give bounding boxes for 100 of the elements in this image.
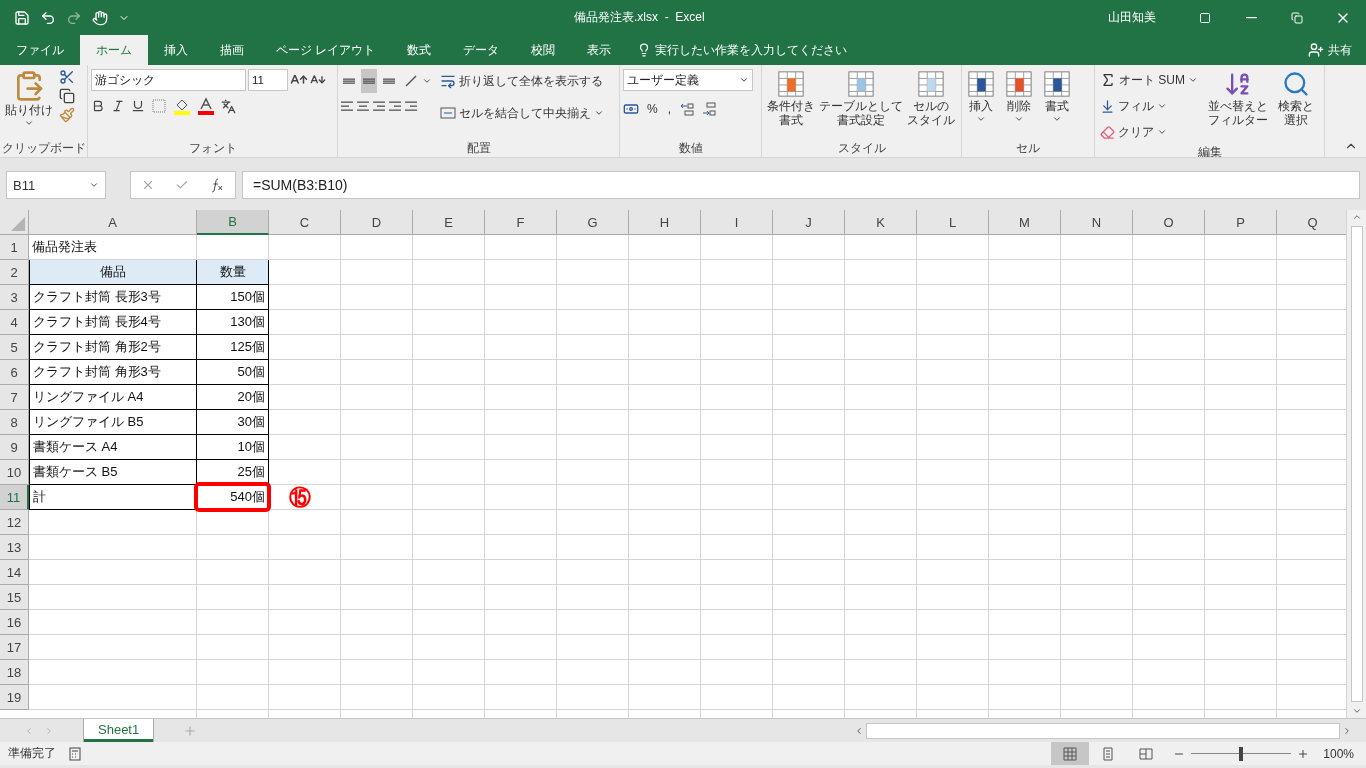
zoom-level[interactable]: 100% xyxy=(1323,746,1354,761)
ribbon-tab[interactable]: データ xyxy=(447,35,516,65)
autosum-button[interactable]: オート SUM xyxy=(1098,69,1200,91)
zoom-in-icon[interactable] xyxy=(1297,747,1310,760)
column-header[interactable]: G xyxy=(557,210,629,235)
column-header[interactable]: C xyxy=(269,210,341,235)
name-box[interactable]: B11 xyxy=(6,171,106,199)
cells-button[interactable]: 挿入 xyxy=(965,69,997,139)
undo-icon[interactable] xyxy=(40,9,56,26)
italic-icon[interactable] xyxy=(111,99,125,113)
number-format-dropdown[interactable]: ユーザー定義 xyxy=(623,69,753,91)
column-header[interactable]: L xyxy=(917,210,989,235)
column-header[interactable]: Q xyxy=(1277,210,1346,235)
merge-center-button[interactable]: セルを結合して中央揃え xyxy=(438,101,606,125)
font-name-dropdown[interactable]: 游ゴシック xyxy=(91,69,246,91)
column-header[interactable]: O xyxy=(1133,210,1205,235)
scroll-up-icon[interactable] xyxy=(1351,212,1362,222)
ribbon-tab[interactable]: ページ レイアウト xyxy=(260,35,392,65)
row-header[interactable]: 14 xyxy=(0,560,29,585)
column-header[interactable]: J xyxy=(773,210,845,235)
row-header[interactable]: 7 xyxy=(0,385,29,410)
percent-button[interactable]: % xyxy=(645,97,660,121)
view-button[interactable] xyxy=(1051,742,1090,765)
ribbon-tab[interactable]: 表示 xyxy=(571,35,628,65)
ribbon-tab[interactable]: 数式 xyxy=(391,35,448,65)
column-header[interactable]: H xyxy=(629,210,701,235)
row-header[interactable]: 6 xyxy=(0,360,29,385)
bold-icon[interactable] xyxy=(91,99,105,113)
copy-icon[interactable] xyxy=(59,88,75,104)
scrollbar-thumb[interactable] xyxy=(1350,226,1363,702)
row-header[interactable]: 18 xyxy=(0,660,29,685)
row-header[interactable]: 11 xyxy=(0,485,29,510)
formula-field[interactable]: =SUM(B3:B10) xyxy=(242,171,1360,199)
row-header[interactable]: 16 xyxy=(0,610,29,635)
style-button[interactable]: セルの スタイル xyxy=(905,69,957,139)
style-button[interactable]: 条件付き 書式 xyxy=(765,69,817,139)
column-header[interactable]: I xyxy=(701,210,773,235)
wrap-text-button[interactable]: 折り返して全体を表示する xyxy=(438,69,606,93)
increase-indent-icon[interactable] xyxy=(405,101,417,111)
save-icon[interactable] xyxy=(14,9,30,26)
column-header[interactable]: A xyxy=(29,210,197,235)
column-header[interactable]: E xyxy=(413,210,485,235)
tell-me-field[interactable]: 実行したい作業を入力してください xyxy=(655,41,848,59)
fill-color-icon[interactable] xyxy=(173,97,191,115)
find-select-button[interactable]: 検索と 選択 xyxy=(1276,69,1316,143)
paste-button[interactable]: 貼り付け xyxy=(3,69,55,139)
column-header[interactable]: F xyxy=(485,210,557,235)
column-header[interactable]: K xyxy=(845,210,917,235)
scissors-icon[interactable] xyxy=(59,69,75,85)
zoom-thumb[interactable] xyxy=(1239,746,1244,761)
font-color-icon[interactable] xyxy=(197,97,215,115)
column-header[interactable]: M xyxy=(989,210,1061,235)
scroll-left-icon[interactable] xyxy=(854,725,864,736)
align-right-icon[interactable] xyxy=(373,101,385,111)
row-header[interactable]: 5 xyxy=(0,335,29,360)
decrease-indent-icon[interactable] xyxy=(389,101,401,111)
column-header[interactable]: P xyxy=(1205,210,1277,235)
insert-function-icon[interactable] xyxy=(209,177,225,193)
row-header[interactable]: 3 xyxy=(0,285,29,310)
ribbon-tab[interactable]: ファイル xyxy=(0,35,80,65)
scroll-down-icon[interactable] xyxy=(1351,706,1362,716)
sheet-tab[interactable]: Sheet1 xyxy=(84,719,154,742)
style-button[interactable]: テーブルとして 書式設定 xyxy=(817,69,905,139)
share-button[interactable]: 共有 xyxy=(1302,35,1358,65)
row-header[interactable]: 17 xyxy=(0,635,29,660)
ribbon-tab[interactable]: 挿入 xyxy=(148,35,204,65)
comma-button[interactable]: , xyxy=(665,97,673,121)
phonetic-icon[interactable] xyxy=(221,98,236,114)
row-header[interactable]: 9 xyxy=(0,435,29,460)
align-center-icon[interactable] xyxy=(357,101,369,111)
vertical-align-button[interactable] xyxy=(361,69,377,93)
row-header[interactable]: 4 xyxy=(0,310,29,335)
increase-decimal-icon[interactable] xyxy=(679,101,695,117)
ribbon-tab[interactable]: 描画 xyxy=(204,35,260,65)
row-header[interactable]: 12 xyxy=(0,510,29,535)
clear-button[interactable]: クリア xyxy=(1098,121,1200,143)
fill-button[interactable]: フィル xyxy=(1098,95,1200,117)
row-header[interactable]: 8 xyxy=(0,410,29,435)
enter-icon[interactable] xyxy=(175,178,189,192)
align-left-icon[interactable] xyxy=(341,101,353,111)
row-header[interactable]: 10 xyxy=(0,460,29,485)
ribbon-tab[interactable]: ホーム xyxy=(80,35,148,65)
sort-filter-button[interactable]: 並べ替えと フィルター xyxy=(1206,69,1270,143)
row-header[interactable]: 1 xyxy=(0,235,29,260)
cancel-icon[interactable] xyxy=(141,178,155,192)
hand-icon[interactable] xyxy=(92,9,108,26)
decrease-decimal-icon[interactable] xyxy=(701,101,717,117)
currency-icon[interactable] xyxy=(623,101,639,117)
redo-icon[interactable] xyxy=(66,9,82,26)
user-name[interactable]: 山田知美 xyxy=(1108,9,1156,26)
horizontal-scrollbar[interactable] xyxy=(866,722,1340,739)
cells-button[interactable]: 削除 xyxy=(1003,69,1035,139)
row-header[interactable]: 2 xyxy=(0,260,29,285)
column-header[interactable]: D xyxy=(341,210,413,235)
column-header[interactable]: B xyxy=(197,210,269,235)
font-size-dropdown[interactable]: 11 xyxy=(248,69,288,91)
column-header[interactable]: N xyxy=(1061,210,1133,235)
cells-button[interactable]: 書式 xyxy=(1041,69,1073,139)
row-header[interactable]: 13 xyxy=(0,535,29,560)
row-header[interactable]: 15 xyxy=(0,585,29,610)
